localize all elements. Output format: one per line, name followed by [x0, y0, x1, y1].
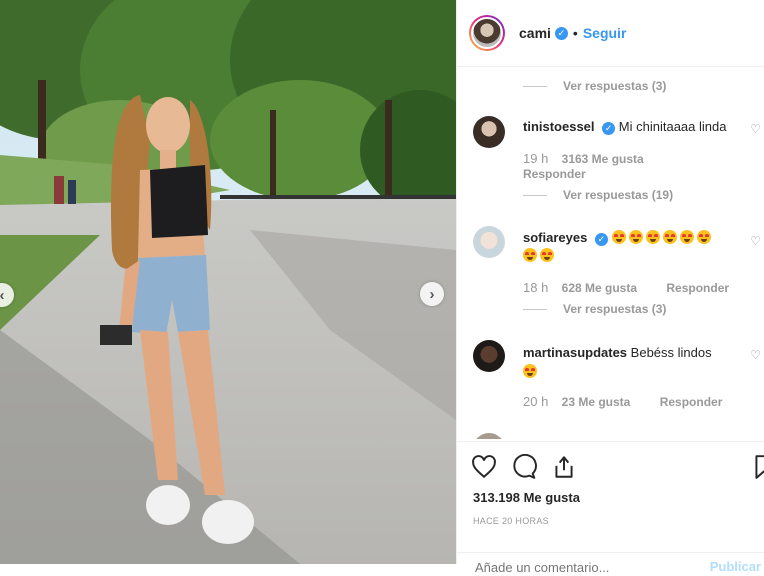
comment-like-icon[interactable]: ♡ [750, 122, 761, 136]
post-header: cami ✓ • Seguir [457, 0, 764, 67]
commenter-avatar[interactable] [473, 340, 505, 372]
post-actions: 313.198 Me gusta HACE 20 HORAS Publicar [457, 441, 764, 576]
comment-input[interactable] [473, 559, 697, 576]
post-photo[interactable]: ‹ › [0, 0, 456, 564]
photo-illustration [0, 0, 456, 564]
bookmark-icon[interactable] [751, 454, 764, 480]
reply-label: Responder [523, 167, 586, 181]
comment-icon[interactable] [511, 454, 537, 480]
view-replies-label: Ver respuestas (3) [563, 79, 667, 93]
comment-likes[interactable]: 23 Me gusta [562, 395, 631, 409]
commenter-avatar[interactable] [473, 226, 505, 258]
heart-eyes-emoji [523, 364, 537, 378]
comments-list[interactable]: Ver respuestas (3) tinistoessel ✓ Mi chi… [457, 67, 764, 439]
author-avatar[interactable] [469, 15, 505, 51]
comment-username[interactable]: tinistoessel [523, 119, 595, 134]
chevron-right-icon: › [429, 285, 435, 303]
commenter-avatar[interactable] [473, 116, 505, 148]
comment-likes[interactable]: 628 Me gusta [562, 281, 637, 295]
comment-time[interactable]: 20 h [523, 394, 548, 409]
comment-time[interactable]: 19 h [523, 151, 548, 166]
heart-eyes-emoji [645, 230, 660, 244]
verified-badge-icon: ✓ [602, 122, 616, 135]
replies-divider [523, 85, 547, 87]
view-replies-link[interactable]: Ver respuestas (19) [523, 188, 673, 202]
comment-body: martinasupdates Bebéss lindos [523, 343, 733, 381]
comment-like-icon[interactable]: ♡ [750, 234, 761, 248]
reply-button[interactable]: Responder [523, 167, 586, 181]
comment-username[interactable]: sofiareyes [523, 230, 587, 245]
verified-badge-icon: ✓ [554, 26, 568, 40]
view-replies-label: Ver respuestas (19) [563, 188, 674, 202]
comment-meta: 20 h 23 Me gusta Responder [523, 394, 722, 409]
post-sidebar: cami ✓ • Seguir Ver respuestas (3) tinis… [456, 0, 764, 576]
heart-eyes-emoji [696, 230, 711, 244]
replies-divider [523, 194, 547, 196]
author-username[interactable]: cami [519, 25, 551, 41]
avatar-image [471, 17, 503, 49]
verified-badge-icon: ✓ [594, 232, 608, 246]
heart-eyes-emoji [540, 248, 554, 262]
comment-text: Mi chinitaaaa linda [618, 119, 727, 134]
comment-like-icon[interactable]: ♡ [750, 348, 761, 362]
comment-body: tinistoessel ✓ Mi chinitaaaa linda [523, 119, 726, 135]
commenter-avatar[interactable] [473, 433, 505, 439]
comment-username[interactable]: martinasupdates [523, 345, 627, 360]
reply-button[interactable]: Responder [666, 281, 729, 295]
heart-eyes-emoji [662, 230, 677, 244]
header-separator: • [572, 25, 578, 41]
heart-icon[interactable] [471, 454, 497, 480]
share-icon[interactable] [551, 454, 577, 480]
publish-button[interactable]: Publicar [710, 559, 761, 574]
comment-text: Bebéss lindos [630, 345, 712, 360]
heart-eyes-emoji [523, 248, 537, 262]
next-photo-button[interactable]: › [420, 282, 444, 306]
add-comment-bar: Publicar [457, 552, 764, 576]
comment-time[interactable]: 18 h [523, 280, 548, 295]
reply-button[interactable]: Responder [660, 395, 723, 409]
heart-eyes-emoji [611, 230, 626, 244]
chevron-left-icon: ‹ [0, 286, 5, 304]
heart-eyes-emoji [679, 230, 694, 244]
heart-eyes-emoji [628, 230, 643, 244]
comment-meta: 19 h 3163 Me gusta [523, 151, 644, 166]
view-replies-link[interactable]: Ver respuestas (3) [523, 79, 666, 93]
comment-likes[interactable]: 3163 Me gusta [562, 152, 644, 166]
comment-body: sofiareyes ✓ [523, 229, 723, 265]
replies-divider [523, 308, 547, 310]
follow-button[interactable]: Seguir [583, 25, 627, 41]
view-replies-label: Ver respuestas (3) [563, 302, 667, 316]
view-replies-link[interactable]: Ver respuestas (3) [523, 302, 666, 316]
post-timestamp[interactable]: HACE 20 HORAS [473, 516, 549, 526]
like-count[interactable]: 313.198 Me gusta [473, 490, 580, 505]
comment-meta: 18 h 628 Me gusta Responder [523, 280, 729, 295]
